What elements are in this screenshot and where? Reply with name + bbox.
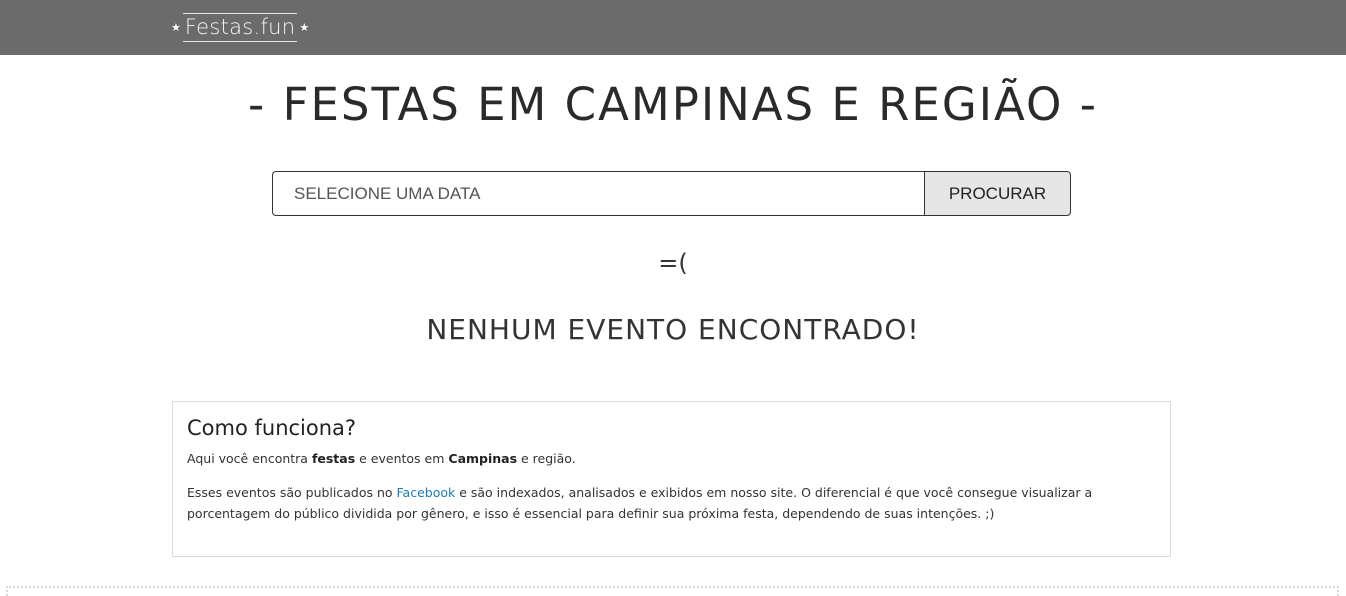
p1-bold-campinas: Campinas: [448, 451, 518, 466]
search-button[interactable]: PROCURAR: [924, 171, 1071, 216]
footer-divider: [6, 586, 1339, 596]
sad-emoticon: =(: [658, 249, 688, 277]
p1-text-3: e região.: [517, 451, 576, 466]
no-events-message: NENHUM EVENTO ENCONTRADO!: [426, 313, 920, 346]
p2-text-1: Esses eventos são publicados no: [187, 485, 397, 500]
site-logo[interactable]: ★ Festas.fun ★: [171, 10, 309, 44]
date-search-form: SELECIONE UMA DATA PROCURAR: [272, 171, 1071, 216]
p1-text-2: e eventos em: [355, 451, 449, 466]
how-it-works-paragraph-2: Esses eventos são publicados no Facebook…: [187, 482, 1156, 524]
star-icon: ★: [171, 20, 181, 34]
star-icon: ★: [299, 20, 310, 34]
facebook-link[interactable]: Facebook: [397, 485, 456, 500]
how-it-works-panel: Como funciona? Aqui você encontra festas…: [172, 401, 1171, 557]
p1-bold-festas: festas: [311, 451, 356, 466]
logo-text: Festas.fun: [182, 12, 298, 42]
how-it-works-paragraph-1: Aqui você encontra festas e eventos em C…: [187, 448, 1156, 469]
page-title: - FESTAS EM CAMPINAS E REGIÃO -: [248, 78, 1098, 131]
top-navbar: ★ Festas.fun ★: [0, 0, 1346, 55]
how-it-works-heading: Como funciona?: [187, 416, 357, 440]
p1-text-1: Aqui você encontra: [187, 451, 312, 466]
date-select-input[interactable]: SELECIONE UMA DATA: [272, 171, 924, 216]
